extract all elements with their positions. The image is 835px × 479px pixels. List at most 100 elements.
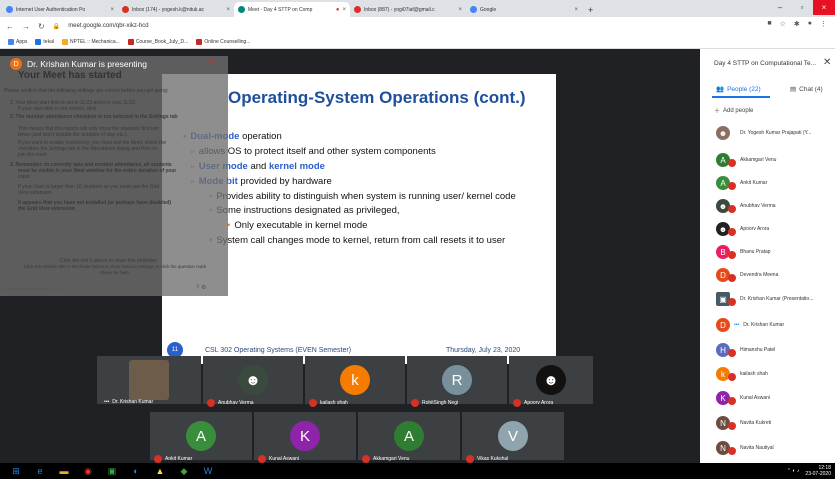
menu-icon[interactable]: ⋮ bbox=[820, 20, 827, 28]
browser-tab[interactable]: Google × bbox=[466, 2, 582, 17]
participant-tile[interactable]: K bbox=[254, 412, 356, 460]
windows-start-icon[interactable]: ⊞ bbox=[6, 464, 26, 478]
avatar: K bbox=[290, 421, 320, 451]
tab-chat[interactable]: ▤ Chat (4) bbox=[790, 85, 823, 94]
gmail-icon bbox=[122, 6, 129, 13]
windows-taskbar: ⊞ e ▬ ◉ ▣ ◐ ▲ ◆ W bbox=[0, 463, 835, 479]
close-icon[interactable]: × bbox=[458, 7, 462, 13]
clock[interactable]: 12:18 23-07-2020 bbox=[805, 465, 831, 477]
tile-name: Vikas Kukshal bbox=[466, 455, 508, 463]
close-icon[interactable]: × bbox=[110, 7, 114, 13]
slide-bullet: • Only executable in kernel mode bbox=[227, 220, 368, 231]
google-icon bbox=[470, 6, 477, 13]
app-icon[interactable]: ◆ bbox=[174, 464, 194, 478]
participant-tile[interactable]: A bbox=[150, 412, 252, 460]
participant-item[interactable]: N Navita Nautiyal bbox=[716, 441, 774, 455]
app-icon[interactable]: ▲ bbox=[150, 464, 170, 478]
close-icon[interactable]: ✕ bbox=[823, 57, 831, 68]
mic-off-icon bbox=[728, 397, 736, 405]
meet-icon bbox=[238, 6, 245, 13]
tile-name: ••• Dr. Krishan Kumar bbox=[104, 399, 154, 405]
add-person-icon: ＋ bbox=[714, 109, 721, 115]
extension-icon[interactable]: ✱ bbox=[794, 20, 800, 28]
participant-item[interactable]: A Ankit Kumar bbox=[716, 176, 767, 190]
browser-tab[interactable]: Inbox (174) - yogesh.k@nituk.ac × bbox=[118, 2, 234, 17]
bookmark-apps[interactable]: Apps bbox=[8, 38, 27, 45]
avatar: ☻ bbox=[536, 365, 566, 395]
bookmark-item[interactable]: tekal bbox=[35, 38, 54, 45]
back-icon[interactable]: ← bbox=[6, 22, 14, 31]
mic-off-icon bbox=[728, 205, 736, 213]
url-field[interactable]: meet.google.com/qbr-xikz-hcd bbox=[68, 23, 148, 29]
maximize-button[interactable]: ▫ bbox=[791, 0, 813, 15]
avatar: R bbox=[442, 365, 472, 395]
slide-footer-date: Thursday, July 23, 2020 bbox=[446, 347, 521, 354]
tile-name: Kunal Aswani bbox=[258, 455, 299, 463]
participant-item[interactable]: A Akkamgari Venu bbox=[716, 153, 776, 167]
browser-tab[interactable]: Inbox (887) - yogi07iaf@gmail.c × bbox=[350, 2, 466, 17]
close-icon[interactable]: × bbox=[342, 7, 346, 13]
nptel-icon bbox=[61, 38, 68, 45]
store-icon[interactable]: ▣ bbox=[102, 464, 122, 478]
slide-bullet: •System call changes mode to kernel, ret… bbox=[209, 235, 505, 246]
close-icon[interactable]: × bbox=[574, 7, 578, 13]
mic-off-icon bbox=[728, 228, 736, 236]
participant-tile[interactable]: R bbox=[407, 356, 507, 404]
participant-item[interactable]: H Himanshu Patel bbox=[716, 343, 775, 357]
participant-item[interactable]: k kailash shah bbox=[716, 367, 768, 381]
participant-item[interactable]: ☻ Apoorv Arora bbox=[716, 222, 769, 236]
participant-tile[interactable] bbox=[97, 356, 201, 404]
participant-tile[interactable]: A bbox=[358, 412, 460, 460]
browser-tab[interactable]: Internet User Authentication Po × bbox=[2, 2, 118, 17]
close-window-button[interactable]: × bbox=[813, 0, 835, 15]
camera-icon[interactable]: ■ bbox=[767, 20, 771, 28]
participant-item[interactable]: D Devendra Meena bbox=[716, 268, 778, 282]
reload-icon[interactable]: ↻ bbox=[38, 22, 45, 31]
participant-tile[interactable]: ☻ bbox=[509, 356, 593, 404]
participant-item[interactable]: K Kunal Aswani bbox=[716, 391, 770, 405]
popup-version[interactable]: Google Meet Attendance - v4.2.13 bbox=[4, 286, 124, 292]
tab-people[interactable]: 👥 People (22) bbox=[716, 85, 761, 94]
word-icon[interactable]: W bbox=[198, 464, 218, 478]
avatar: A bbox=[394, 421, 424, 451]
mic-off-icon bbox=[728, 251, 736, 259]
close-icon[interactable]: × bbox=[226, 7, 230, 13]
chrome-icon[interactable]: ◉ bbox=[78, 464, 98, 478]
help-icon[interactable]: ? ⚙ bbox=[196, 284, 206, 291]
participant-item[interactable]: N Navita Kukreti bbox=[716, 416, 771, 430]
mic-off-icon bbox=[362, 455, 370, 463]
address-actions: ■ ☆ ✱ ● ⋮ bbox=[767, 20, 827, 28]
mic-off-icon bbox=[258, 455, 266, 463]
bookmark-item[interactable]: Online Counselling... bbox=[196, 38, 250, 45]
close-icon[interactable]: ✕ bbox=[208, 58, 215, 67]
mic-off-icon bbox=[728, 349, 736, 357]
bookmark-item[interactable]: NPTEL :: Mechanica... bbox=[61, 38, 120, 45]
star-icon[interactable]: ☆ bbox=[780, 20, 786, 28]
participant-tile[interactable]: ☻ bbox=[203, 356, 303, 404]
participant-item[interactable]: ☻ Anubhav Verma bbox=[716, 199, 776, 213]
new-tab-button[interactable]: + bbox=[584, 2, 596, 17]
profile-icon[interactable]: ● bbox=[808, 20, 812, 28]
bookmarks-bar: Apps tekal NPTEL :: Mechanica... Course_… bbox=[0, 35, 835, 49]
participant-item[interactable]: ▣ Dr. Krishan Kumar (Presentatio... bbox=[716, 292, 813, 306]
participant-item[interactable]: B Bhanu Pratap bbox=[716, 245, 771, 259]
participant-item[interactable]: ☻ Dr. Yogesh Kumar Prajapati (Y... bbox=[716, 126, 811, 140]
popup-text: above for help. bbox=[100, 270, 130, 275]
add-people-button[interactable]: ＋ Add people bbox=[714, 106, 753, 116]
bookmark-icon bbox=[127, 38, 134, 45]
tray-icons[interactable]: ⌃ ◐ ♪ bbox=[787, 468, 800, 474]
participant-item[interactable]: D ••• Dr. Krishan Kumar bbox=[716, 318, 784, 332]
edge-icon[interactable]: ◐ bbox=[126, 464, 146, 478]
participant-tile[interactable]: V bbox=[462, 412, 564, 460]
more-icon: ••• bbox=[104, 399, 110, 405]
mic-off-icon bbox=[728, 274, 736, 282]
bookmark-item[interactable]: Course_Book_July_D... bbox=[127, 38, 188, 45]
ie-icon[interactable]: e bbox=[30, 464, 50, 478]
browser-tab-active[interactable]: Meet - Day 4 STTP on Comp ● × bbox=[234, 2, 350, 17]
slide-title: Operating-System Operations (cont.) bbox=[228, 88, 526, 107]
file-explorer-icon[interactable]: ▬ bbox=[54, 464, 74, 478]
forward-icon[interactable]: → bbox=[22, 22, 30, 31]
active-tab-indicator bbox=[712, 96, 770, 98]
minimize-button[interactable]: – bbox=[769, 0, 791, 15]
participant-tile[interactable]: k bbox=[305, 356, 405, 404]
